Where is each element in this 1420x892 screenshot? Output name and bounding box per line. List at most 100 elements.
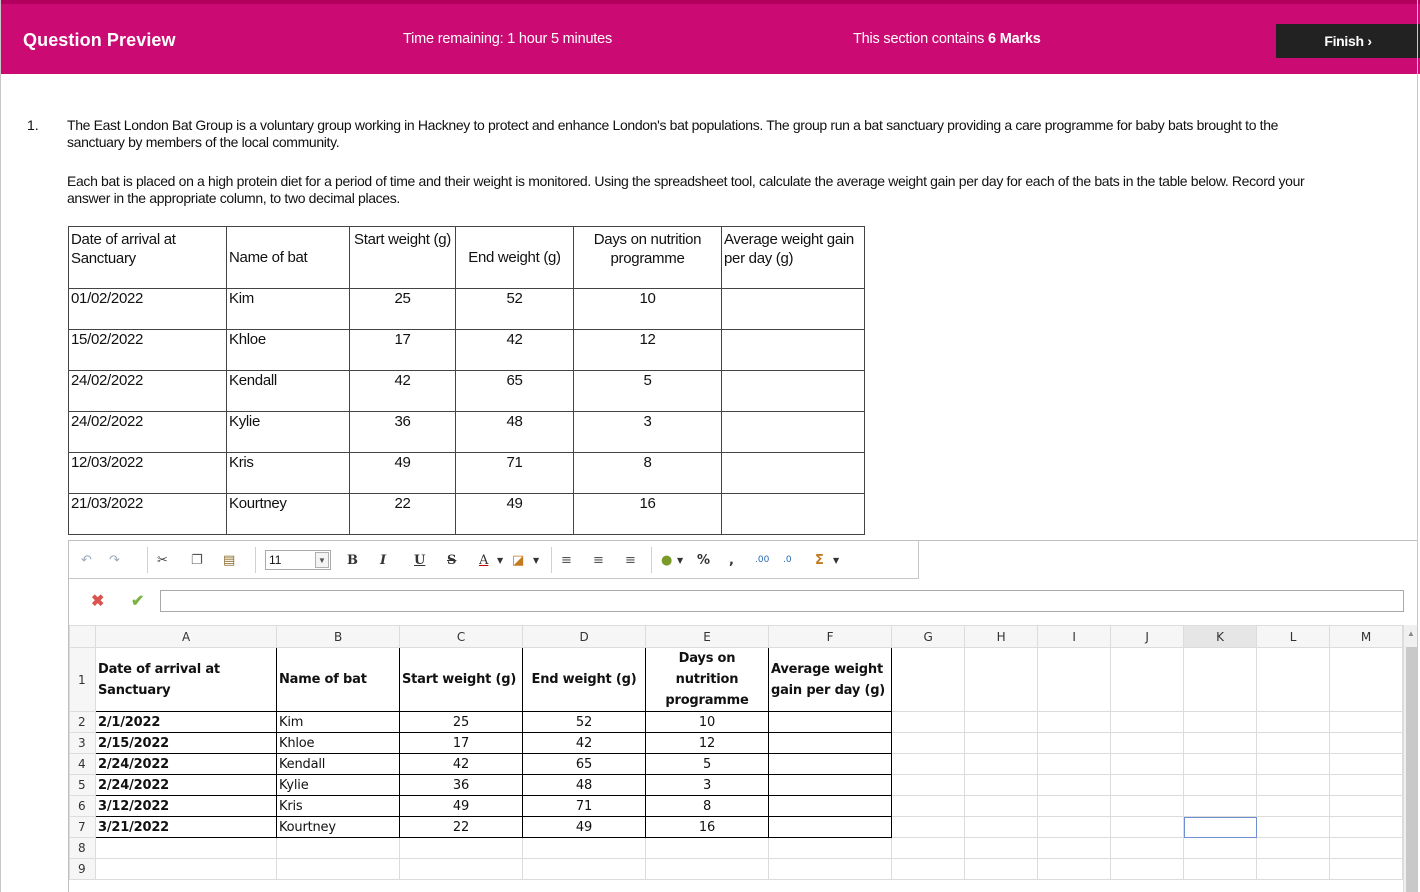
paste-icon[interactable]: ▤: [223, 551, 235, 569]
sheet-cell[interactable]: [1183, 753, 1257, 775]
sheet-cell[interactable]: [645, 837, 769, 859]
scroll-up-icon[interactable]: ▲: [1407, 629, 1415, 638]
sheet-cell[interactable]: 49: [522, 816, 646, 838]
sheet-cell[interactable]: [1037, 837, 1111, 859]
sheet-cell[interactable]: [1256, 837, 1330, 859]
sum-button[interactable]: Σ: [815, 551, 824, 569]
sheet-cell[interactable]: [276, 858, 400, 880]
row-number[interactable]: 4: [69, 753, 96, 775]
sheet-cell[interactable]: 71: [522, 795, 646, 817]
row-number[interactable]: 7: [69, 816, 96, 838]
sheet-cell[interactable]: [1037, 795, 1111, 817]
sheet-cell[interactable]: 3/12/2022: [95, 795, 277, 817]
sheet-cell[interactable]: [522, 858, 646, 880]
sheet-cell[interactable]: [891, 732, 965, 754]
sheet-cell[interactable]: 2/24/2022: [95, 753, 277, 775]
sheet-cell[interactable]: 3: [645, 774, 769, 796]
sheet-cell[interactable]: 8: [645, 795, 769, 817]
font-size-select[interactable]: 11 ▼: [265, 550, 331, 570]
sheet-cell[interactable]: [768, 795, 892, 817]
accept-icon[interactable]: ✔: [131, 591, 144, 611]
row-number[interactable]: 9: [69, 858, 96, 880]
sheet-cell[interactable]: Kourtney: [276, 816, 400, 838]
sheet-cell[interactable]: 49: [399, 795, 523, 817]
sheet-cell[interactable]: [1329, 774, 1403, 796]
select-all-corner[interactable]: [69, 625, 96, 648]
column-header[interactable]: M: [1329, 625, 1403, 648]
column-header[interactable]: B: [276, 625, 400, 648]
row-number[interactable]: 2: [69, 711, 96, 733]
column-header[interactable]: K: [1183, 625, 1257, 648]
sheet-cell[interactable]: Kris: [276, 795, 400, 817]
formula-input[interactable]: [160, 590, 1404, 612]
sheet-cell[interactable]: [964, 837, 1038, 859]
sheet-cell[interactable]: [1110, 837, 1184, 859]
undo-icon[interactable]: ↶: [81, 551, 92, 569]
cut-icon[interactable]: ✂: [157, 551, 168, 569]
column-header[interactable]: D: [522, 625, 646, 648]
sheet-cell[interactable]: [964, 816, 1038, 838]
sheet-cell[interactable]: [1256, 774, 1330, 796]
sheet-cell[interactable]: 65: [522, 753, 646, 775]
sheet-cell[interactable]: 17: [399, 732, 523, 754]
sheet-cell[interactable]: Days on nutrition programme: [645, 647, 769, 712]
sheet-cell[interactable]: 42: [399, 753, 523, 775]
sheet-cell[interactable]: [399, 837, 523, 859]
chevron-down-icon[interactable]: ▼: [497, 551, 503, 569]
sheet-cell[interactable]: [964, 732, 1038, 754]
sheet-cell[interactable]: [768, 774, 892, 796]
underline-button[interactable]: U: [414, 551, 425, 569]
sheet-cell[interactable]: [1037, 753, 1111, 775]
sheet-cell[interactable]: 36: [399, 774, 523, 796]
sheet-cell[interactable]: 42: [522, 732, 646, 754]
row-number[interactable]: 5: [69, 774, 96, 796]
cancel-icon[interactable]: ✖: [91, 591, 104, 611]
sheet-cell[interactable]: [1037, 647, 1111, 712]
currency-icon[interactable]: ●: [661, 551, 672, 569]
sheet-cell[interactable]: [964, 795, 1038, 817]
sheet-cell[interactable]: [1256, 858, 1330, 880]
row-number[interactable]: 6: [69, 795, 96, 817]
fill-color-icon[interactable]: ◪: [512, 551, 524, 569]
sheet-cell[interactable]: Average weight gain per day (g): [768, 647, 892, 712]
sheet-cell[interactable]: [768, 711, 892, 733]
sheet-cell[interactable]: [964, 774, 1038, 796]
sheet-cell[interactable]: [1256, 647, 1330, 712]
sheet-cell[interactable]: [1037, 774, 1111, 796]
align-center-icon[interactable]: ≡: [593, 551, 604, 569]
sheet-cell[interactable]: [891, 837, 965, 859]
sheet-cell[interactable]: [1329, 795, 1403, 817]
sheet-cell[interactable]: 3/21/2022: [95, 816, 277, 838]
copy-icon[interactable]: ❐: [191, 551, 203, 569]
align-right-icon[interactable]: ≡: [625, 551, 636, 569]
redo-icon[interactable]: ↷: [109, 551, 120, 569]
sheet-cell[interactable]: 22: [399, 816, 523, 838]
sheet-cell[interactable]: [1256, 753, 1330, 775]
scroll-thumb[interactable]: [1406, 647, 1417, 892]
sheet-cell[interactable]: [1037, 858, 1111, 880]
sheet-cell[interactable]: [964, 858, 1038, 880]
sheet-cell[interactable]: [768, 753, 892, 775]
sheet-cell[interactable]: End weight (g): [522, 647, 646, 712]
sheet-cell[interactable]: [95, 858, 277, 880]
sheet-cell[interactable]: 48: [522, 774, 646, 796]
sheet-cell[interactable]: [1256, 711, 1330, 733]
align-left-icon[interactable]: ≡: [561, 551, 572, 569]
column-header[interactable]: C: [399, 625, 523, 648]
row-number[interactable]: 1: [69, 647, 96, 712]
sheet-cell[interactable]: [1256, 816, 1330, 838]
font-color-button[interactable]: A: [479, 551, 488, 569]
sheet-cell[interactable]: 12: [645, 732, 769, 754]
column-header[interactable]: H: [964, 625, 1038, 648]
sheet-cell[interactable]: 10: [645, 711, 769, 733]
sheet-cell[interactable]: [1110, 774, 1184, 796]
sheet-cell[interactable]: Kim: [276, 711, 400, 733]
strikethrough-button[interactable]: S: [447, 551, 456, 569]
comma-button[interactable]: ,: [729, 551, 734, 569]
sheet-cell[interactable]: [768, 816, 892, 838]
chevron-down-icon[interactable]: ▼: [315, 552, 329, 568]
sheet-cell[interactable]: [1110, 816, 1184, 838]
chevron-down-icon[interactable]: ▼: [533, 551, 539, 569]
active-cell[interactable]: [1183, 816, 1257, 838]
column-header[interactable]: E: [645, 625, 769, 648]
